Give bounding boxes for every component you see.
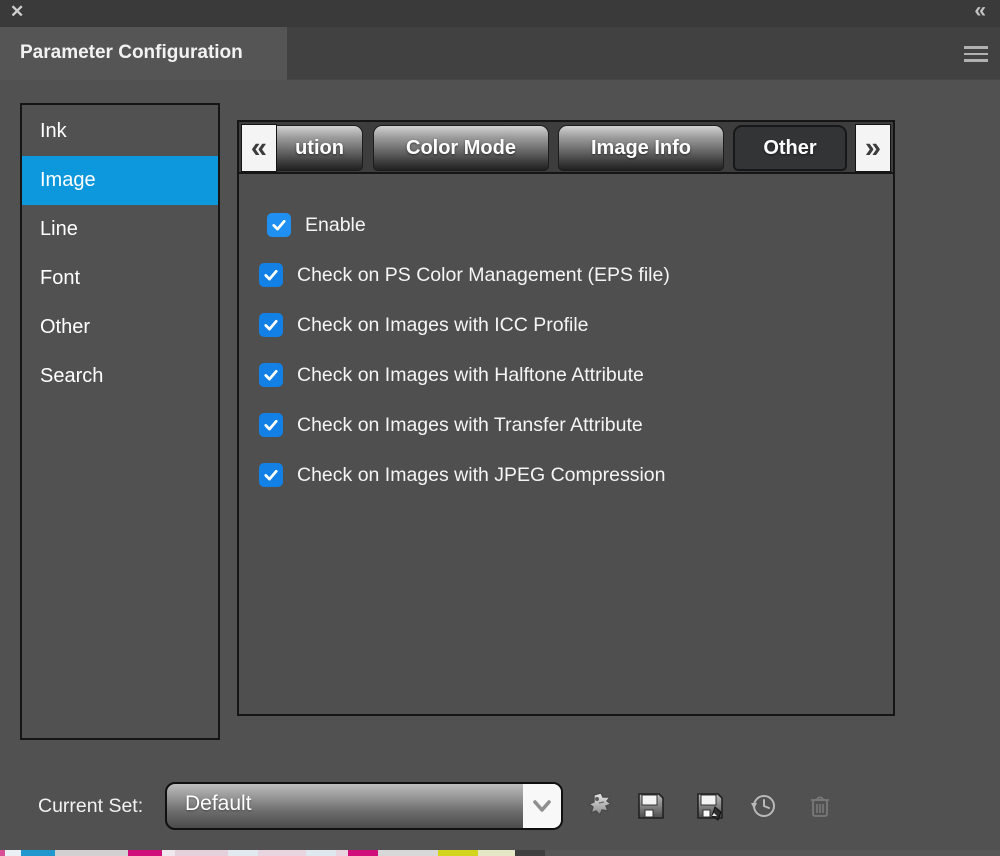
category-list: Ink Image Line Font Other Search [20,103,220,740]
icc-profile-label: Check on Images with ICC Profile [297,314,589,337]
chevron-down-icon[interactable] [523,784,561,828]
save-set-icon[interactable] [631,786,671,826]
current-set-label: Current Set: [38,795,143,818]
panel-menu-icon[interactable] [964,46,988,63]
close-icon[interactable]: ✕ [10,2,24,22]
sidebar-item-ink[interactable]: Ink [22,107,218,156]
background-color-strip [0,850,1000,856]
ps-color-management-checkbox[interactable] [259,263,283,287]
tab-resolution[interactable]: ution [277,125,363,171]
restore-set-icon[interactable] [743,786,783,826]
transfer-attribute-checkbox[interactable] [259,413,283,437]
check-icon [262,316,280,334]
color-swatch-sliver [175,850,228,856]
tab-scroll-right-button[interactable]: » [855,124,891,172]
sidebar-item-font[interactable]: Font [22,254,218,303]
check-icon [262,466,280,484]
tab-color-mode[interactable]: Color Mode [373,125,549,171]
current-set-dropdown[interactable]: Default [165,782,563,830]
sidebar-item-image[interactable]: Image [22,156,218,205]
sidebar-item-other[interactable]: Other [22,303,218,352]
enable-checkbox[interactable] [267,213,291,237]
new-set-icon[interactable] [581,786,621,826]
icc-profile-checkbox[interactable] [259,313,283,337]
settings-tab-strip: « ution Color Mode Image Info Other » [239,122,893,174]
check-icon [262,366,280,384]
jpeg-compression-label: Check on Images with JPEG Compression [297,464,665,487]
delete-set-icon[interactable] [800,786,840,826]
halftone-attribute-label: Check on Images with Halftone Attribute [297,364,644,387]
color-swatch-sliver [55,850,128,856]
parameter-configuration-panel: ✕ « Parameter Configuration Ink Image Li… [0,0,1000,856]
color-swatch-sliver [478,850,515,856]
jpeg-compression-checkbox[interactable] [259,463,283,487]
color-swatch-sliver [5,850,21,856]
sidebar-item-line[interactable]: Line [22,205,218,254]
save-set-as-icon[interactable] [690,786,730,826]
transfer-attribute-label: Check on Images with Transfer Attribute [297,414,643,437]
color-swatch-sliver [258,850,306,856]
color-swatch-sliver [515,850,545,856]
check-icon [262,266,280,284]
color-swatch-sliver [162,850,175,856]
color-swatch-sliver [378,850,438,856]
panel-title-bar: ✕ « [0,0,1000,27]
color-swatch-sliver [438,850,478,856]
current-set-value: Default [185,792,252,816]
collapse-panel-icon[interactable]: « [974,0,986,23]
color-swatch-sliver [306,850,336,856]
panel-title: Parameter Configuration [20,42,243,64]
color-swatch-sliver [21,850,55,856]
tab-other[interactable]: Other [733,125,847,171]
check-icon [270,216,288,234]
other-tab-content: Enable Check on PS Color Management (EPS… [239,176,893,714]
color-swatch-sliver [128,850,162,856]
enable-label: Enable [305,214,366,237]
sidebar-item-search[interactable]: Search [22,352,218,401]
ps-color-management-label: Check on PS Color Management (EPS file) [297,264,670,287]
image-settings-panel: « ution Color Mode Image Info Other » En… [237,120,895,716]
panel-tab-parameter-configuration[interactable]: Parameter Configuration [0,27,287,80]
check-icon [262,416,280,434]
tab-scroll-left-button[interactable]: « [241,124,277,172]
halftone-attribute-checkbox[interactable] [259,363,283,387]
tab-image-info[interactable]: Image Info [558,125,724,171]
color-swatch-sliver [336,850,348,856]
color-swatch-sliver [545,850,1000,856]
color-swatch-sliver [228,850,258,856]
color-swatch-sliver [348,850,378,856]
panel-tab-strip: Parameter Configuration [0,27,1000,80]
